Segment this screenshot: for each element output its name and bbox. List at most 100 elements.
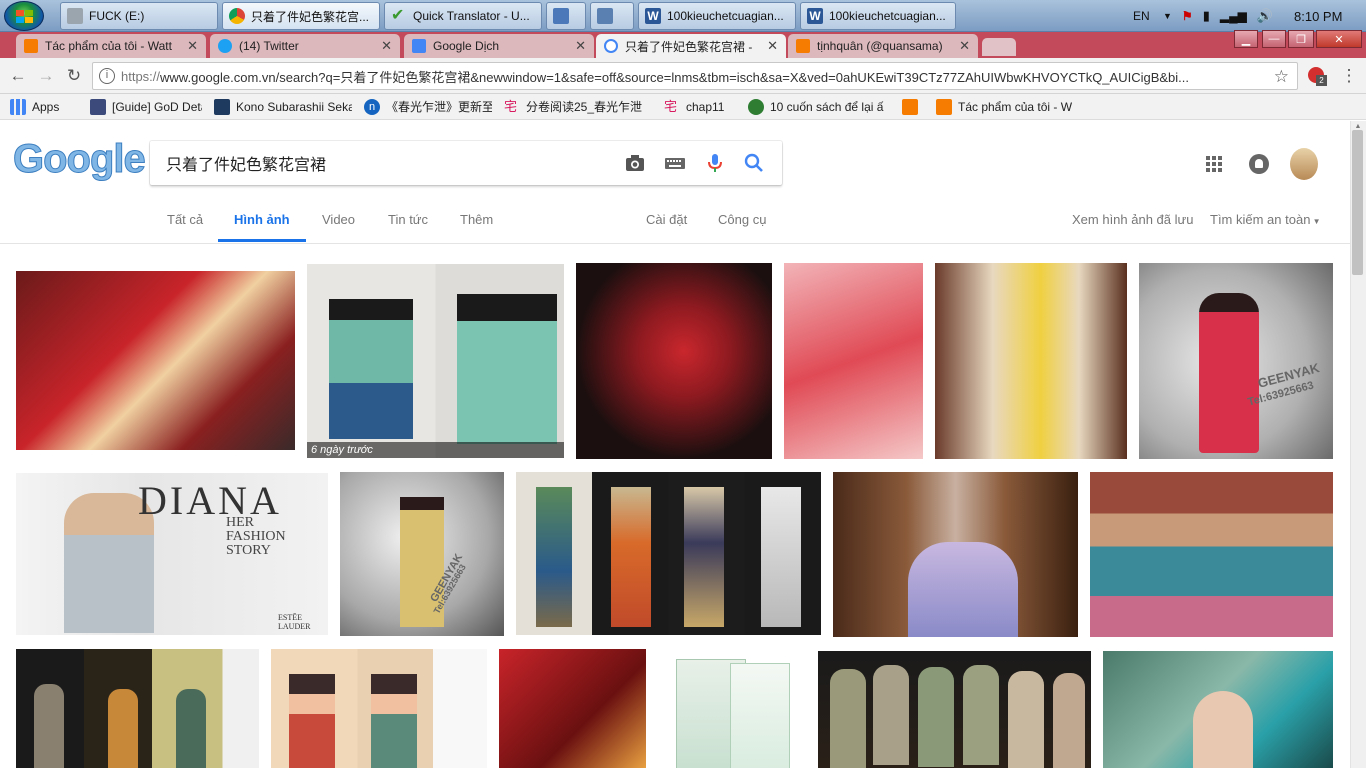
search-icon[interactable] [743,153,765,173]
image-result[interactable] [271,649,487,768]
clock[interactable]: 8:10 PM [1294,0,1342,32]
taskbar-item-word-2[interactable]: W 100kieuchetcuagian... [800,2,956,30]
bookmark-guide[interactable]: [Guide] GoD Detailed [90,98,202,115]
keyboard-icon [553,8,569,24]
tab-all[interactable]: Tất cả [167,212,203,227]
tab-wattpad[interactable]: Tác phẩm của tôi - Watt ✕ [16,34,206,58]
word-icon: W [645,8,661,24]
bookmarks-bar: Apps [Guide] GoD Detailed Kono Subarashi… [0,94,1366,120]
bookmark-star-icon[interactable]: ☆ [1269,67,1289,87]
usb-device-icon[interactable]: ▮ [1203,8,1210,24]
close-icon[interactable]: ✕ [953,38,970,54]
diana-subtitle: HER FASHION STORY [226,515,286,558]
camera-search-icon[interactable] [624,153,646,173]
tab-more[interactable]: Thêm [460,212,493,227]
image-result[interactable] [516,472,821,635]
taskbar-item-quick-translator[interactable]: ✔ Quick Translator - U... [384,2,542,30]
image-result[interactable] [935,263,1127,459]
taskbar-item-word-1[interactable]: W 100kieuchetcuagian... [638,2,796,30]
google-apps-icon[interactable] [1205,155,1223,173]
image-result[interactable] [818,651,1091,768]
wattpad-icon [796,39,810,53]
browser-toolbar: ← → ↻ i https://www.google.com.vn/search… [0,58,1366,94]
image-result[interactable] [16,271,295,450]
google-doodle-logo[interactable]: Google [13,137,147,182]
taskbar-item-explorer[interactable]: FUCK (E:) [60,2,218,30]
active-tab-indicator [218,239,306,242]
image-result[interactable] [16,649,259,768]
maximize-button[interactable]: ❐ [1288,30,1314,48]
search-input[interactable]: 只着了件妃色繁花宫裙 [150,141,782,185]
taskbar-item-chrome[interactable]: 只着了件妃色繁花宫... [222,2,380,30]
taskbar-item-network-window[interactable] [590,2,634,30]
image-result[interactable]: 6 ngày trước [307,264,564,458]
close-window-button[interactable]: ✕ [1316,30,1362,48]
bookmark-apps[interactable]: Apps [10,98,78,115]
diana-brand: ESTĒE LAUDER [278,613,311,631]
image-result[interactable] [833,472,1078,637]
taskbar-item-keyboard[interactable] [546,2,586,30]
chevron-down-icon: ▼ [1310,217,1321,226]
saved-images-link[interactable]: Xem hình ảnh đã lưu [1072,212,1193,227]
windows-logo-icon [16,10,34,24]
wattpad-icon [902,98,918,115]
tab-google-search[interactable]: 只着了件妃色繁花宫裙 - ✕ [596,34,786,58]
network-signal-icon[interactable]: ▂▄▆ [1220,9,1247,23]
image-result[interactable] [784,263,923,459]
tab-twitter[interactable]: (14) Twitter ✕ [210,34,400,58]
chrome-tab-strip: Tác phẩm của tôi - Watt ✕ (14) Twitter ✕ G… [0,32,1366,58]
image-result[interactable]: DIANA HER FASHION STORY ESTĒE LAUDER [16,473,328,635]
keyboard-icon[interactable] [664,153,686,173]
bookmark-chunguang[interactable]: n 《春光乍泄》更新至 [364,98,492,115]
reload-button[interactable]: ↻ [65,66,83,85]
new-tab-button[interactable] [982,38,1016,56]
safe-search-dropdown[interactable]: Tìm kiếm an toàn ▼ [1210,212,1321,227]
info-icon[interactable]: i [99,68,115,84]
bookmark-10-cuon-sach[interactable]: 10 cuốn sách để lại ấ [748,98,890,115]
close-icon[interactable]: ✕ [375,38,392,54]
notifications-bell-icon[interactable] [1249,154,1269,174]
bookmark-wattpad-2[interactable]: Tác phẩm của tôi - W [936,98,1076,115]
volume-icon[interactable]: 🔊 [1257,8,1273,24]
scrollbar-thumb[interactable] [1352,130,1363,275]
tray-icons: ▼ ⚑ ▮ ▂▄▆ 🔊 [1163,0,1273,32]
language-indicator[interactable]: EN [1133,9,1150,23]
action-center-flag-icon[interactable]: ⚑ [1182,9,1193,23]
zhai-icon: 宅 [504,98,518,114]
forward-button[interactable]: → [37,66,55,85]
image-result[interactable] [576,263,772,459]
scroll-up-icon[interactable]: ▲ [1352,123,1364,131]
image-result[interactable]: GEENYAK Tel:63925663 [1139,263,1333,459]
close-icon[interactable]: ✕ [569,38,586,54]
profile-button[interactable]: ▁ [1234,30,1258,48]
image-result[interactable] [658,649,806,768]
close-icon[interactable]: ✕ [181,38,198,54]
tab-wattpad-profile[interactable]: tịnhquân (@quansama) ✕ [788,34,978,58]
image-result[interactable]: GEENYAK Tel:63925663 [340,472,504,636]
tab-images[interactable]: Hình ảnh [234,212,290,227]
guide-icon [90,98,106,115]
image-result[interactable] [499,649,646,768]
tab-video[interactable]: Video [322,212,355,227]
bookmark-fenjuan[interactable]: 宅分卷阅读25_春光乍泄 [504,98,652,115]
close-icon[interactable]: ✕ [761,38,778,54]
minimize-button[interactable]: — [1262,30,1286,48]
back-button[interactable]: ← [9,66,27,85]
address-bar[interactable]: i https://www.google.com.vn/search?q=只着了… [92,62,1298,90]
avatar[interactable] [1290,148,1318,180]
n-icon: n [364,98,380,115]
tab-news[interactable]: Tin tức [388,212,428,227]
bookmark-wattpad-1[interactable] [902,98,924,115]
tray-expand-icon[interactable]: ▼ [1163,11,1172,21]
opera-extension-icon[interactable]: 2 [1308,67,1327,86]
settings-link[interactable]: Cài đặt [646,212,687,227]
microphone-icon[interactable] [704,153,726,173]
bookmark-chap11[interactable]: 宅 chap11 [664,99,736,115]
tab-google-translate[interactable]: Google Dịch ✕ [404,34,594,58]
bookmark-kono-subarashii[interactable]: Kono Subarashii Seka [214,98,352,115]
chrome-menu-icon[interactable]: ⋮ [1340,66,1358,85]
image-result[interactable] [1090,472,1333,637]
image-result[interactable] [1103,651,1333,768]
start-button[interactable] [4,1,44,31]
tools-link[interactable]: Công cụ [718,212,766,227]
